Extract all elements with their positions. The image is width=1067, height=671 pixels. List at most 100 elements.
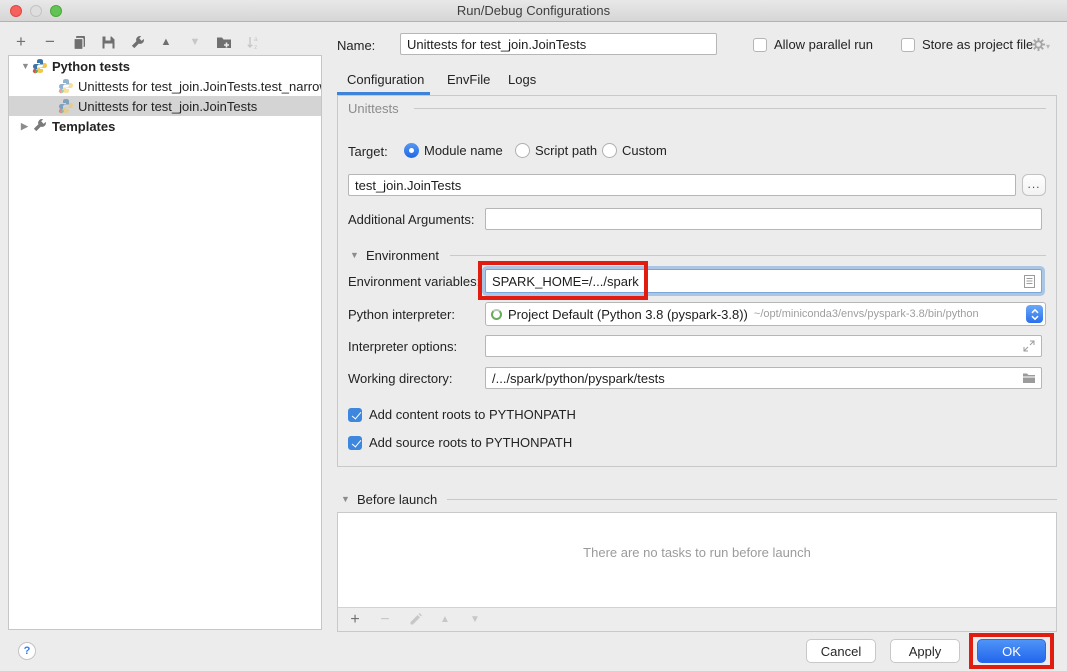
copy-configuration-button[interactable] xyxy=(70,33,88,51)
environment-variables-input[interactable] xyxy=(485,269,1042,293)
working-directory-input[interactable] xyxy=(485,367,1042,389)
expand-field-button[interactable] xyxy=(1022,339,1036,353)
additional-arguments-label: Additional Arguments: xyxy=(348,212,474,227)
target-radio-custom[interactable]: Custom xyxy=(602,143,667,158)
target-input[interactable] xyxy=(348,174,1016,196)
working-directory-label: Working directory: xyxy=(348,371,453,386)
target-radio-script-path[interactable]: Script path xyxy=(515,143,597,158)
help-button[interactable]: ? xyxy=(18,642,36,660)
minimize-window-button[interactable] xyxy=(30,5,42,17)
chevron-down-icon: ▾ xyxy=(1046,42,1050,51)
add-configuration-button[interactable]: + xyxy=(12,33,30,51)
unittests-group-title: Unittests xyxy=(348,101,399,116)
name-label: Name: xyxy=(337,38,375,53)
folder-icon xyxy=(1022,372,1036,384)
interpreter-value: Project Default (Python 3.8 (pyspark-3.8… xyxy=(508,307,748,322)
question-mark-icon: ? xyxy=(24,645,31,657)
remove-task-button[interactable]: − xyxy=(376,611,394,629)
checkbox-icon xyxy=(901,38,915,52)
allow-parallel-run-label: Allow parallel run xyxy=(774,37,873,52)
edit-variables-button[interactable] xyxy=(1022,274,1036,288)
additional-arguments-input[interactable] xyxy=(485,208,1042,230)
add-source-roots-checkbox[interactable]: Add source roots to PYTHONPATH xyxy=(348,435,572,450)
triangle-up-icon: ▲ xyxy=(161,36,172,48)
target-radio-module-name[interactable]: Module name xyxy=(404,143,503,158)
expanded-arrow-icon[interactable]: ▼ xyxy=(21,61,32,71)
templates-wrench-icon xyxy=(32,118,48,134)
plus-icon: + xyxy=(16,35,26,49)
sort-configurations-button[interactable]: az xyxy=(244,33,262,51)
conda-env-icon xyxy=(491,309,502,320)
window-titlebar: Run/Debug Configurations xyxy=(0,0,1067,22)
add-task-button[interactable]: + xyxy=(346,611,364,629)
edit-task-button[interactable] xyxy=(406,611,424,629)
svg-text:z: z xyxy=(254,44,257,50)
configuration-tab-panel: Unittests Target: Module name Script pat… xyxy=(337,95,1057,467)
configurations-tree: ▼ Python tests Unittests for test_join.J… xyxy=(8,55,322,630)
before-launch-section-title: Before launch xyxy=(357,492,437,507)
browse-target-button[interactable]: ... xyxy=(1022,174,1046,196)
minus-icon: − xyxy=(45,35,55,49)
tab-envfile[interactable]: EnvFile xyxy=(447,72,490,87)
add-content-roots-label: Add content roots to PYTHONPATH xyxy=(369,407,576,422)
tab-logs[interactable]: Logs xyxy=(508,72,536,87)
zoom-window-button[interactable] xyxy=(50,5,62,17)
name-input[interactable] xyxy=(400,33,717,55)
interpreter-options-input[interactable] xyxy=(485,335,1042,357)
expand-icon xyxy=(1023,340,1035,352)
cancel-button[interactable]: Cancel xyxy=(806,639,876,663)
list-icon xyxy=(1024,275,1035,288)
tab-configuration[interactable]: Configuration xyxy=(347,72,424,87)
new-folder-button[interactable] xyxy=(215,33,233,51)
move-task-up-button[interactable]: ▲ xyxy=(436,611,454,629)
add-content-roots-checkbox[interactable]: Add content roots to PYTHONPATH xyxy=(348,407,576,422)
before-launch-task-list: There are no tasks to run before launch … xyxy=(337,512,1057,632)
save-configuration-button[interactable] xyxy=(99,33,117,51)
target-label: Target: xyxy=(348,144,388,159)
plus-icon: + xyxy=(350,613,359,627)
ok-button[interactable]: OK xyxy=(977,639,1046,663)
environment-section-title: Environment xyxy=(366,248,439,263)
folder-plus-icon xyxy=(216,35,232,50)
sort-az-icon: az xyxy=(246,35,260,50)
move-task-down-button[interactable]: ▼ xyxy=(466,611,484,629)
python-tests-icon xyxy=(32,58,48,74)
checkbox-icon xyxy=(753,38,767,52)
allow-parallel-run-checkbox[interactable]: Allow parallel run xyxy=(753,37,873,52)
combobox-stepper-icon xyxy=(1026,305,1043,323)
before-launch-collapse-icon[interactable]: ▼ xyxy=(341,494,350,504)
environment-collapse-icon[interactable]: ▼ xyxy=(350,250,359,260)
store-options-gear-button[interactable]: ▾ xyxy=(1031,37,1050,57)
move-down-button[interactable]: ▼ xyxy=(186,33,204,51)
interpreter-options-label: Interpreter options: xyxy=(348,339,457,354)
environment-variables-label: Environment variables: xyxy=(348,274,480,289)
tree-item-label: Templates xyxy=(52,119,115,134)
tree-item-templates[interactable]: ▶ Templates xyxy=(9,116,321,136)
triangle-down-icon: ▼ xyxy=(190,36,201,48)
gear-icon xyxy=(1031,37,1046,52)
configurations-toolbar: + − ▲ ▼ az xyxy=(12,31,262,53)
collapsed-arrow-icon[interactable]: ▶ xyxy=(21,121,32,132)
save-icon xyxy=(101,35,116,50)
browse-directory-button[interactable] xyxy=(1022,371,1036,385)
move-up-button[interactable]: ▲ xyxy=(157,33,175,51)
section-divider xyxy=(447,499,1057,500)
radio-selected-icon xyxy=(404,143,419,158)
python-interpreter-label: Python interpreter: xyxy=(348,307,455,322)
radio-icon xyxy=(602,143,617,158)
close-window-button[interactable] xyxy=(10,5,22,17)
tree-item-jointests-selected[interactable]: Unittests for test_join.JoinTests xyxy=(9,96,321,116)
remove-configuration-button[interactable]: − xyxy=(41,33,59,51)
apply-button[interactable]: Apply xyxy=(890,639,960,663)
edit-templates-button[interactable] xyxy=(128,33,146,51)
before-launch-empty-message: There are no tasks to run before launch xyxy=(338,545,1056,560)
before-launch-toolbar: + − ▲ ▼ xyxy=(338,607,1056,631)
store-as-project-file-checkbox[interactable]: Store as project file xyxy=(901,37,1033,52)
tree-item-python-tests[interactable]: ▼ Python tests xyxy=(9,56,321,76)
python-interpreter-select[interactable]: Project Default (Python 3.8 (pyspark-3.8… xyxy=(485,302,1046,326)
store-as-project-file-label: Store as project file xyxy=(922,37,1033,52)
section-divider xyxy=(450,255,1046,256)
svg-text:a: a xyxy=(254,36,258,43)
add-source-roots-label: Add source roots to PYTHONPATH xyxy=(369,435,572,450)
tree-item-test-narrow[interactable]: Unittests for test_join.JoinTests.test_n… xyxy=(9,76,321,96)
